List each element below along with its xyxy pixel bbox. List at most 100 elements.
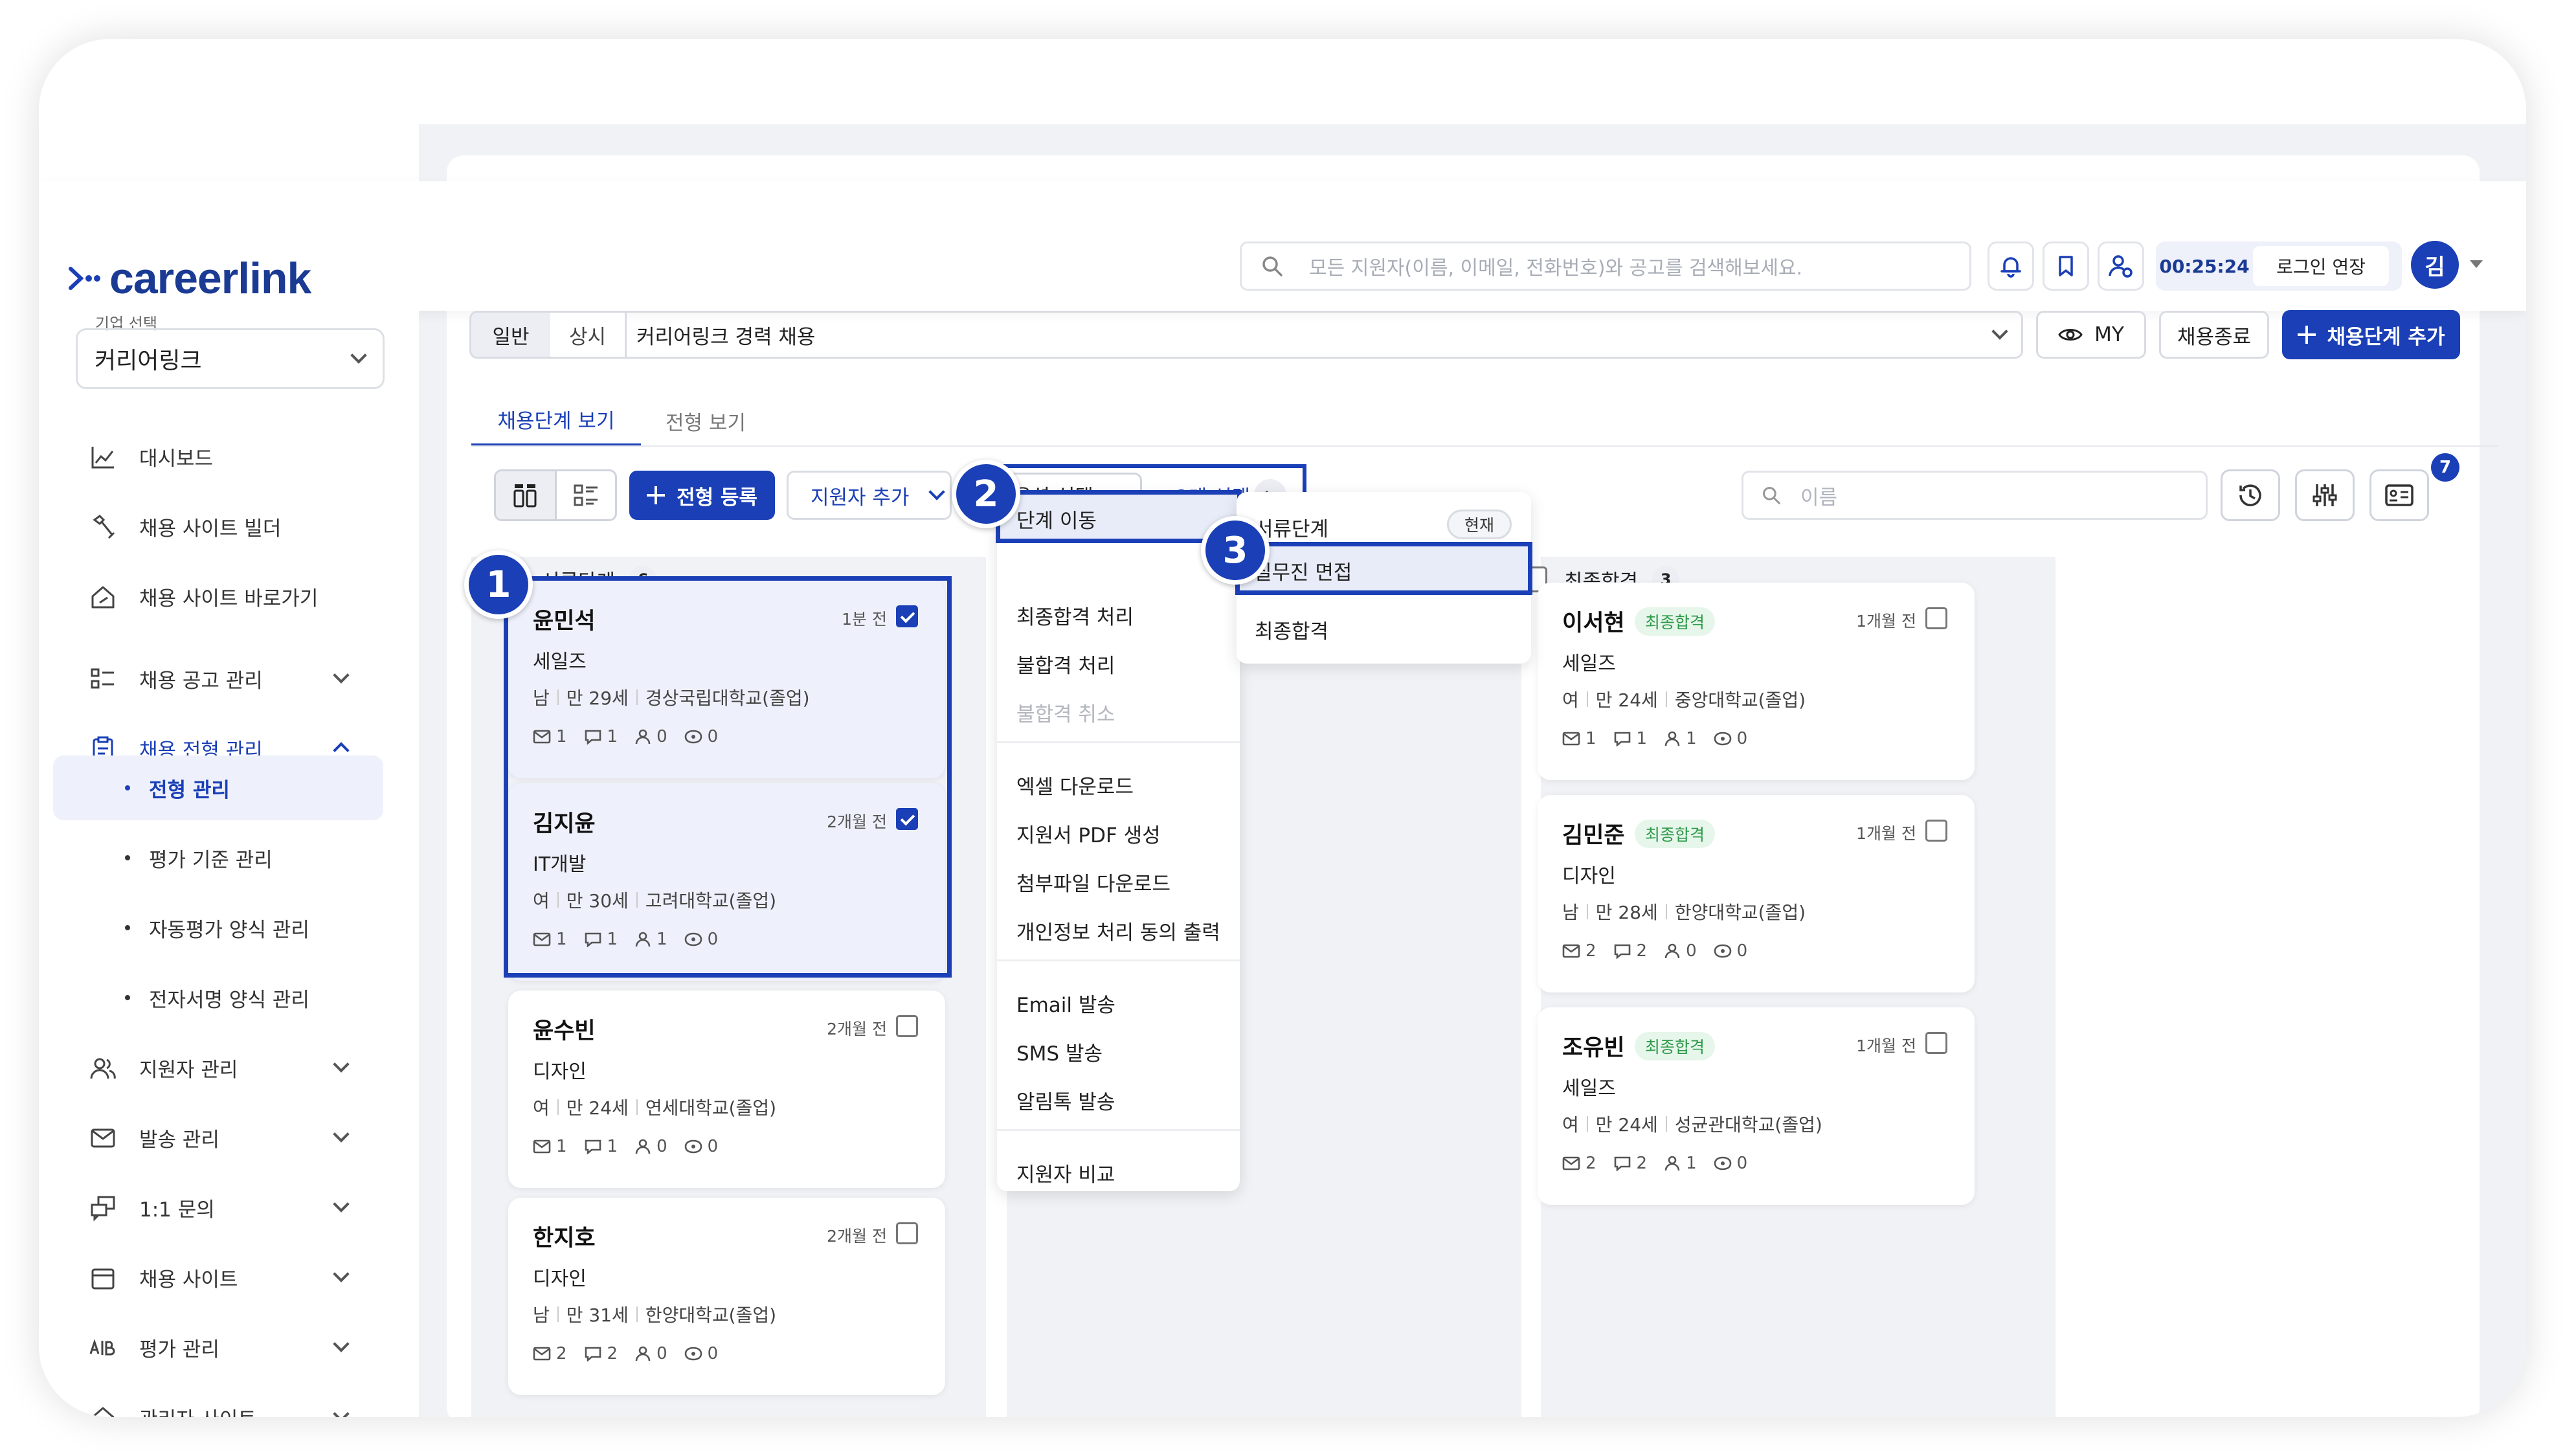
info-separator [1586, 691, 1588, 707]
bullet-icon [125, 925, 130, 930]
stat-item: 0 [1714, 1154, 1747, 1173]
card-checkbox[interactable] [896, 1222, 918, 1244]
menu-item-pdf[interactable]: 지원서 PDF 생성 [1016, 819, 1161, 848]
card-checkbox[interactable] [1925, 607, 1947, 629]
applicant-name[interactable]: 조유빈 [1562, 1029, 1625, 1062]
sidebar-subitem-eval-criteria[interactable]: 평가 기준 관리 [39, 825, 419, 890]
menu-item-move-stage-label: 단계 이동 [1016, 510, 1097, 533]
extend-login-button[interactable]: 로그인 연장 [2253, 246, 2389, 286]
users-icon [90, 1058, 116, 1079]
board-view-button[interactable] [496, 471, 557, 519]
applicant-card[interactable]: 한지호 2개월 전 디자인 남 만 31세 한양대학교(졸업) 2 2 0 0 [508, 1198, 945, 1395]
applicant-card[interactable]: 이서현 최종합격 1개월 전 세일즈 여 만 24세 중앙대학교(졸업) 1 1 1 0 [1538, 583, 1975, 780]
final-pass-tag: 최종합격 [1635, 607, 1716, 636]
sidebar-item-admin-site[interactable]: 관리자 사이트 [39, 1385, 419, 1417]
person-icon [635, 1139, 651, 1154]
card-checkbox[interactable] [1925, 820, 1947, 842]
user-settings-icon [2109, 255, 2133, 278]
type-tab-permanent[interactable]: 상시 [550, 311, 627, 359]
applicant-name[interactable]: 김민준 [1562, 817, 1625, 850]
submenu-item-interview[interactable]: 실무진 면접 [1235, 542, 1532, 595]
name-search-input[interactable]: 이름 [1742, 471, 2208, 520]
avatar[interactable]: 김 [2411, 241, 2459, 289]
card-checkbox[interactable] [1925, 1032, 1947, 1054]
add-applicant-dropdown[interactable]: 지원자 추가 [787, 471, 952, 520]
menu-item-kakao[interactable]: 알림톡 발송 [1016, 1086, 1115, 1115]
view-toggle[interactable] [494, 469, 617, 521]
menu-item-email[interactable]: Email 발송 [1016, 989, 1115, 1018]
menu-item-excel-download[interactable]: 엑셀 다운로드 [1016, 770, 1134, 800]
register-process-button[interactable]: 전형 등록 [629, 471, 775, 520]
menu-item-final-pass[interactable]: 최종합격 처리 [1016, 601, 1134, 630]
sidebar-subitem-e-sign[interactable]: 전자서명 양식 관리 [39, 965, 419, 1030]
sidebar-item-inquiry[interactable]: 1:1 문의 [39, 1175, 419, 1240]
person-icon [1664, 731, 1680, 746]
card-checkbox[interactable] [896, 1015, 918, 1037]
stat-value: 0 [656, 1344, 667, 1363]
sidebar-item-dashboard[interactable]: 대시보드 [39, 424, 419, 489]
applicant-age: 만 24세 [1595, 689, 1658, 711]
stat-value: 0 [707, 1137, 719, 1156]
chevron-down-icon [1991, 323, 2008, 340]
mail-icon [1562, 944, 1580, 958]
applicant-card[interactable]: 조유빈 최종합격 1개월 전 세일즈 여 만 24세 성균관대학교(졸업) 2 2 1 0 [1538, 1007, 1975, 1205]
sidebar-item-site-shortcut[interactable]: 채용 사이트 바로가기 [39, 564, 419, 629]
user-settings-button[interactable] [2098, 241, 2144, 291]
logo-text: careerlink [109, 254, 311, 303]
sidebar-item-evaluation[interactable]: 평가 관리 [39, 1315, 419, 1380]
sidebar-item-career-site[interactable]: 채용 사이트 [39, 1245, 419, 1310]
notifications-button[interactable] [1988, 241, 2034, 291]
type-tab-general[interactable]: 일반 [469, 311, 552, 359]
company-select[interactable]: 커리어링크 [76, 328, 385, 389]
applicant-age: 만 28세 [1595, 902, 1658, 923]
submenu-item-final[interactable]: 최종합격 [1255, 615, 1328, 644]
sidebar-subitem-label: 전자서명 양식 관리 [149, 988, 309, 1012]
filter-settings-button[interactable] [2295, 469, 2355, 521]
menu-item-privacy-print[interactable]: 개인정보 처리 동의 출력 [1016, 916, 1220, 945]
my-filter-button[interactable]: MY [2036, 311, 2146, 359]
tab-process-view[interactable]: 전형 보기 [657, 395, 754, 447]
menu-item-sms[interactable]: SMS 발송 [1016, 1037, 1103, 1066]
sidebar-item-label: 대시보드 [139, 447, 214, 471]
option-dropdown-menu: 최종합격 처리 불합격 처리 불합격 취소 엑셀 다운로드 지원서 PDF 생성… [997, 492, 1240, 1191]
applicant-card[interactable]: 윤수빈 2개월 전 디자인 여 만 24세 연세대학교(졸업) 1 1 0 0 [508, 991, 945, 1188]
sidebar-item-applicants[interactable]: 지원자 관리 [39, 1035, 419, 1100]
timer-value: 00:25:24 [2159, 255, 2250, 277]
applicant-name[interactable]: 윤수빈 [533, 1013, 596, 1046]
add-stage-button[interactable]: 채용단계 추가 [2282, 310, 2460, 359]
plus-icon [2297, 326, 2316, 344]
applicant-card[interactable]: 김민준 최종합격 1개월 전 디자인 남 만 28세 한양대학교(졸업) 2 2 0 0 [1538, 795, 1975, 992]
chevron-down-icon [333, 1126, 350, 1143]
global-search-input[interactable]: 모든 지원자(이름, 이메일, 전화번호)와 공고를 검색해보세요. [1240, 241, 1971, 291]
sidebar-item-site-builder[interactable]: 채용 사이트 빌더 [39, 494, 419, 559]
sidebar-item-job-posts[interactable]: 채용 공고 관리 [39, 646, 419, 711]
menu-divider [997, 741, 1240, 743]
tabs-divider [471, 445, 2498, 447]
stat-item: 1 [1664, 1154, 1697, 1173]
search-icon [1262, 256, 1282, 276]
job-posting-select[interactable]: 커리어링크 경력 채용 [625, 311, 2023, 359]
board-view-icon [513, 484, 537, 508]
history-button[interactable] [2221, 469, 2280, 521]
list-view-button[interactable] [557, 471, 616, 519]
menu-item-compare[interactable]: 지원자 비교 [1016, 1158, 1115, 1187]
menu-item-attachments[interactable]: 첨부파일 다운로드 [1016, 868, 1170, 897]
sidebar-item-sending[interactable]: 발송 관리 [39, 1105, 419, 1170]
applicant-name[interactable]: 한지호 [533, 1220, 596, 1253]
step-marker-3: 3 [1201, 516, 1270, 585]
sidebar-subitem-process[interactable]: 전형 관리 [53, 756, 383, 820]
person-icon [1664, 943, 1680, 959]
applicant-name[interactable]: 이서현 [1562, 605, 1625, 638]
tab-stage-view[interactable]: 채용단계 보기 [471, 395, 641, 447]
close-recruitment-button[interactable]: 채용종료 [2159, 311, 2269, 359]
applicant-gender: 여 [1562, 1114, 1579, 1136]
menu-item-reject[interactable]: 불합격 처리 [1016, 649, 1115, 678]
stat-value: 0 [1686, 941, 1697, 961]
applicant-gender: 여 [533, 1097, 550, 1119]
sidebar-subitem-auto-eval[interactable]: 자동평가 양식 관리 [39, 895, 419, 960]
applicant-card-button[interactable] [2369, 469, 2429, 521]
careerlink-logo[interactable]: careerlink [68, 252, 311, 304]
bookmark-button[interactable] [2043, 241, 2089, 291]
selected-cards-highlight [504, 576, 952, 978]
caret-down-icon[interactable] [2470, 260, 2483, 268]
